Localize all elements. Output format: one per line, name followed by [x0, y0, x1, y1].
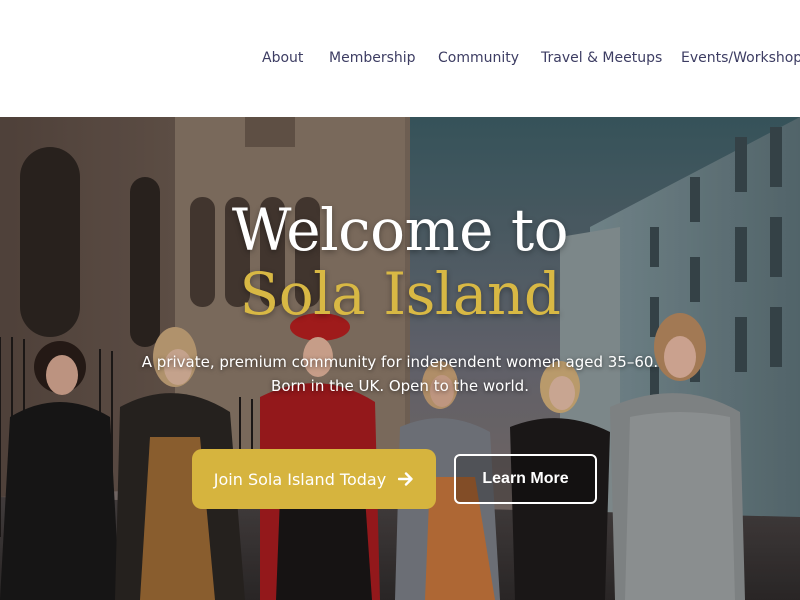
nav-item-community[interactable]: Community [438, 48, 519, 68]
learn-more-label: Learn More [482, 470, 569, 487]
nav-item-about[interactable]: About [262, 48, 303, 68]
nav-item-events-workshops[interactable]: Events/Workshops [681, 48, 800, 68]
arrow-right-icon [398, 472, 413, 486]
site-header: About Membership Community Travel & Meet… [0, 0, 800, 117]
join-button-label: Join Sola Island Today [213, 469, 387, 489]
main-nav: About Membership Community Travel & Meet… [262, 48, 800, 70]
nav-item-membership[interactable]: Membership [329, 48, 416, 68]
hero-section: Welcome to Sola Island A private, premiu… [0, 117, 800, 600]
hero-subtitle-line1: A private, premium community for indepen… [141, 353, 659, 371]
hero-subtitle-line2: Born in the UK. Open to the world. [271, 377, 529, 395]
hero-title-welcome: Welcome to [231, 196, 569, 264]
join-sola-island-button[interactable]: Join Sola Island Today [192, 449, 436, 509]
hero-title-brand: Sola Island [239, 260, 561, 328]
learn-more-button[interactable]: Learn More [454, 454, 597, 504]
nav-item-travel-meetups[interactable]: Travel & Meetups [541, 48, 662, 68]
